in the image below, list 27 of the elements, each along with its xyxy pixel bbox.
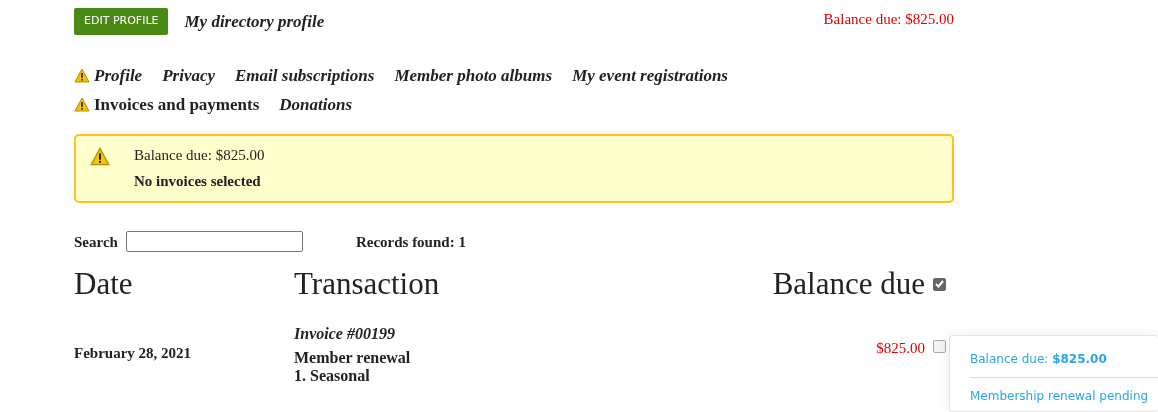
balance-cell-text: $825.00 — [876, 338, 925, 358]
popup-balance-text: Balance due: $825.00 — [970, 351, 1108, 368]
date-cell-text: February 28, 2021 — [74, 343, 193, 363]
nav-link[interactable]: Privacy — [162, 62, 215, 88]
warning-icon — [90, 146, 110, 166]
balance-due-text: Balance due: $825.00 — [823, 10, 954, 29]
records-found-text: Records found: 1 — [355, 232, 466, 252]
column-header: Date — [74, 265, 134, 303]
nav-link[interactable]: My event registrations — [572, 62, 728, 88]
checkbox[interactable] — [933, 339, 946, 353]
search-field[interactable] — [125, 231, 303, 253]
popup-status-text: Membership renewal pending — [970, 388, 1150, 405]
alert-message: No invoices selected — [134, 172, 262, 191]
search-label: Search — [74, 232, 118, 252]
invoice-link[interactable]: Invoice #00199 — [294, 321, 411, 346]
page-title: My directory profile — [184, 10, 325, 33]
column-header: Balance due — [772, 265, 925, 303]
edit-profile-button[interactable]: EDIT PROFILE — [74, 8, 169, 35]
column-header: Transaction — [294, 265, 440, 303]
nav-link[interactable]: Email subscriptions — [235, 62, 375, 88]
transaction-description: Member renewal 1. Seasonal — [294, 348, 411, 386]
alert-balance-text: Balance due: $825.00 — [134, 145, 265, 165]
nav-link[interactable]: Donations — [279, 92, 353, 118]
nav-link[interactable]: Invoices and payments — [74, 92, 260, 118]
nav-link[interactable]: Member photo albums — [394, 62, 553, 88]
checkbox[interactable] — [933, 277, 946, 291]
nav-link[interactable]: Profile — [74, 62, 143, 88]
